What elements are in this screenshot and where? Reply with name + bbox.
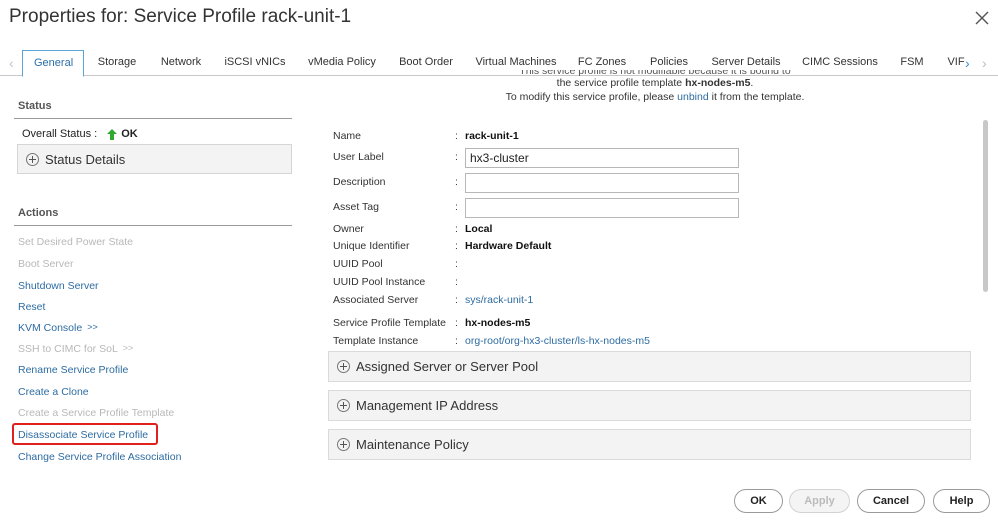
action-create-clone[interactable]: Create a Clone (18, 386, 89, 398)
divider (14, 118, 292, 119)
uuid-pool-label: UUID Pool (333, 258, 383, 270)
overall-status: Overall Status : OK (14, 128, 294, 140)
tab-boot-order[interactable]: Boot Order (395, 50, 457, 76)
sp-template-value: hx-nodes-m5 (465, 317, 531, 329)
double-chevron-icon: >> (87, 322, 98, 332)
scrollbar[interactable] (983, 120, 988, 292)
associated-server-link[interactable]: sys/rack-unit-1 (465, 294, 533, 306)
unbind-link[interactable]: unbind (677, 91, 709, 103)
tab-vif[interactable]: VIF (946, 50, 966, 76)
divider (14, 225, 292, 226)
status-section: Status Overall Status : OK Status Detail… (14, 100, 294, 174)
tab-general[interactable]: General (22, 50, 84, 77)
uid-label: Unique Identifier (333, 240, 410, 252)
tab-fsm[interactable]: FSM (898, 50, 926, 76)
template-instance-label: Template Instance (333, 335, 419, 347)
asset-tag-input[interactable] (465, 198, 739, 218)
expander-label: Maintenance Policy (356, 437, 469, 452)
notice-template-name: hx-nodes-m5 (685, 77, 751, 89)
highlight-box (12, 423, 158, 445)
close-icon[interactable] (973, 9, 991, 27)
chevron-left-icon[interactable]: ‹ (9, 56, 14, 70)
sp-template-label: Service Profile Template (333, 317, 447, 329)
template-notice: This service profile is not modifiable b… (490, 70, 820, 104)
actions-header: Actions (14, 207, 292, 226)
window-title: Properties for: Service Profile rack-uni… (9, 6, 352, 27)
user-label-label: User Label (333, 151, 384, 163)
notice-line-2: the service profile template hx-nodes-m5… (556, 77, 754, 89)
action-reset[interactable]: Reset (18, 301, 45, 313)
associated-server-label: Associated Server (333, 294, 419, 306)
plus-circle-icon (26, 152, 39, 166)
name-value: rack-unit-1 (465, 130, 519, 142)
double-chevron-icon: >> (122, 343, 134, 353)
plus-circle-icon (337, 360, 350, 373)
tab-storage[interactable]: Storage (94, 50, 140, 76)
action-ssh-to-cimc: SSH to CIMC for SoL >> (18, 343, 134, 355)
description-input[interactable] (465, 173, 739, 193)
tab-network[interactable]: Network (157, 50, 205, 76)
uid-value: Hardware Default (465, 240, 552, 252)
help-button[interactable]: Help (933, 489, 990, 513)
action-rename-service-profile[interactable]: Rename Service Profile (18, 364, 128, 376)
overall-status-label: Overall Status : (22, 128, 98, 140)
chevron-right-icon[interactable]: › (982, 56, 987, 70)
chevron-right-icon[interactable]: › (965, 56, 970, 70)
name-label: Name (333, 130, 362, 142)
actions-heading: Actions (18, 207, 59, 219)
plus-circle-icon (337, 438, 350, 451)
tab-iscsi-vnics[interactable]: iSCSI vNICs (222, 50, 288, 76)
expander-label: Management IP Address (356, 398, 499, 413)
status-details-label: Status Details (45, 151, 126, 167)
action-boot-server: Boot Server (18, 258, 74, 270)
user-label-input[interactable] (465, 148, 739, 168)
plus-circle-icon (337, 399, 350, 412)
description-label: Description (333, 176, 386, 188)
expander-label: Assigned Server or Server Pool (356, 359, 539, 374)
apply-button[interactable]: Apply (789, 489, 850, 513)
tab-vmedia-policy[interactable]: vMedia Policy (305, 50, 379, 76)
owner-label: Owner (333, 223, 364, 235)
management-ip-expander[interactable]: Management IP Address (328, 390, 971, 421)
cancel-button[interactable]: Cancel (857, 489, 925, 513)
ok-button[interactable]: OK (734, 489, 783, 513)
action-disassociate-service-profile[interactable]: Disassociate Service Profile (12, 423, 158, 445)
action-change-sp-association[interactable]: Change Service Profile Association (18, 451, 181, 463)
owner-value: Local (465, 223, 493, 235)
action-shutdown-server[interactable]: Shutdown Server (18, 280, 99, 292)
action-set-desired-power-state: Set Desired Power State (18, 236, 133, 248)
action-kvm-console[interactable]: KVM Console >> (18, 322, 98, 334)
maintenance-policy-expander[interactable]: Maintenance Policy (328, 429, 971, 460)
assigned-server-expander[interactable]: Assigned Server or Server Pool (328, 351, 971, 382)
arrow-up-icon (107, 128, 118, 140)
asset-tag-label: Asset Tag (333, 201, 379, 213)
status-details-expander[interactable]: Status Details (17, 144, 292, 174)
notice-line-3: To modify this service profile, please u… (505, 91, 805, 103)
overall-status-value: OK (121, 128, 138, 140)
status-heading: Status (18, 100, 52, 112)
uuid-pool-instance-label: UUID Pool Instance (333, 276, 426, 288)
action-create-sp-template: Create a Service Profile Template (18, 407, 175, 419)
template-instance-link[interactable]: org-root/org-hx3-cluster/ls-hx-nodes-m5 (465, 335, 650, 347)
